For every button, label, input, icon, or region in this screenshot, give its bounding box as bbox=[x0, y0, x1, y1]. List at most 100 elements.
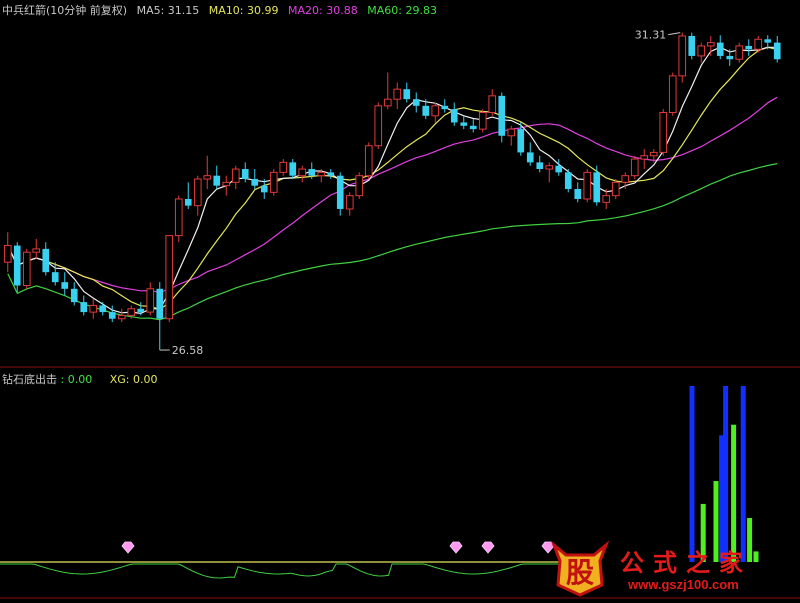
candle-up bbox=[706, 42, 715, 47]
signal-bar bbox=[723, 386, 729, 562]
candle-up bbox=[89, 304, 98, 313]
candle-down bbox=[412, 99, 420, 106]
candle-down bbox=[403, 89, 411, 100]
candle-up bbox=[583, 171, 592, 200]
candle-down bbox=[469, 125, 477, 130]
candle-up bbox=[649, 151, 658, 157]
indicator-header: 钻石底出击 : 0.00 XG: 0.00 bbox=[2, 371, 163, 387]
candle-up bbox=[545, 165, 554, 170]
candle-up bbox=[269, 171, 278, 193]
candle-up bbox=[117, 314, 126, 320]
candle-down bbox=[184, 198, 192, 206]
candle-up bbox=[640, 155, 649, 160]
candle-up bbox=[364, 145, 373, 177]
candle-down bbox=[241, 169, 249, 180]
candle-down bbox=[336, 175, 344, 209]
low-label: 26.58 bbox=[172, 344, 204, 357]
candle-down bbox=[213, 175, 221, 186]
candle-up bbox=[231, 168, 240, 183]
candle-up bbox=[222, 181, 231, 187]
candle-down bbox=[289, 162, 297, 176]
candle-up bbox=[374, 105, 383, 147]
ma60-label: MA60: 29.83 bbox=[367, 4, 437, 17]
candle-up bbox=[393, 88, 402, 100]
signal-bar bbox=[689, 386, 695, 562]
candle-up bbox=[279, 161, 288, 173]
candle-down bbox=[108, 312, 116, 319]
stock-title: 中兵红箭(10分钟 前复权) bbox=[2, 4, 128, 17]
candle-up bbox=[146, 288, 155, 313]
watermark-title: 公式之家 bbox=[620, 548, 752, 577]
xg-value: XG: 0.00 bbox=[109, 373, 158, 386]
candle-up bbox=[754, 38, 763, 50]
candle-down bbox=[51, 272, 59, 283]
candle-up bbox=[22, 251, 31, 286]
candle-up bbox=[165, 235, 174, 320]
diamond-icon bbox=[121, 541, 135, 554]
candle-down bbox=[251, 179, 259, 186]
ma20-label: MA20: 30.88 bbox=[288, 4, 358, 17]
signal-bar bbox=[740, 386, 746, 562]
candle-down bbox=[137, 308, 145, 313]
candle-down bbox=[80, 302, 88, 313]
candle-down bbox=[70, 288, 78, 303]
candle-up bbox=[668, 75, 677, 113]
chart-window: 31.31 26.58 中兵红箭(10分钟 前复权) MA5: 31.15 MA1… bbox=[0, 0, 800, 603]
indicator-name: 钻石底出击 bbox=[2, 373, 57, 386]
indicator-value: : 0.00 bbox=[60, 373, 93, 386]
candle-down bbox=[42, 248, 50, 273]
candle-up bbox=[32, 248, 41, 253]
candle-up bbox=[431, 105, 440, 117]
candle-up bbox=[174, 198, 183, 237]
high-pointer bbox=[668, 32, 681, 36]
candle-up bbox=[127, 308, 136, 316]
candle-up bbox=[621, 175, 630, 183]
candle-down bbox=[61, 282, 69, 289]
watermark-url: www.gszj100.com bbox=[628, 577, 739, 592]
candle-up bbox=[659, 111, 668, 153]
candle-up bbox=[298, 168, 307, 177]
candle-down bbox=[716, 42, 724, 56]
candle-up bbox=[383, 98, 392, 107]
candle-down bbox=[564, 172, 572, 189]
ma5-line bbox=[7, 46, 778, 315]
candle-down bbox=[422, 105, 430, 116]
candle-up bbox=[3, 245, 12, 263]
candle-down bbox=[517, 129, 525, 153]
candle-up bbox=[488, 95, 497, 113]
candle-up bbox=[735, 45, 744, 60]
candle-down bbox=[498, 95, 506, 136]
candle-down bbox=[308, 169, 316, 176]
candle-down bbox=[593, 172, 601, 203]
candle-up bbox=[678, 35, 687, 77]
watermark: 股 公式之家 www.gszj100.com bbox=[542, 541, 792, 599]
ma10-line bbox=[7, 46, 778, 311]
candle-up bbox=[193, 178, 202, 207]
oscillator-line bbox=[0, 563, 560, 579]
candle-down bbox=[156, 288, 164, 319]
logo-char: 股 bbox=[566, 556, 594, 589]
candlestick-chart: 31.31 26.58 bbox=[0, 29, 800, 599]
candle-down bbox=[536, 162, 544, 170]
candle-down bbox=[441, 105, 449, 110]
ma10-label: MA10: 30.99 bbox=[208, 4, 279, 17]
candle-down bbox=[260, 185, 268, 193]
candle-up bbox=[697, 45, 706, 57]
candle-up bbox=[507, 128, 516, 137]
candle-down bbox=[327, 172, 335, 176]
candle-up bbox=[317, 171, 326, 177]
candle-up bbox=[602, 195, 611, 203]
candle-up bbox=[345, 195, 354, 210]
candle-down bbox=[460, 122, 468, 126]
candle-down bbox=[99, 305, 107, 313]
price-header: 中兵红箭(10分钟 前复权) MA5: 31.15 MA10: 30.99 MA… bbox=[2, 2, 443, 18]
candle-up bbox=[355, 175, 364, 197]
gu-logo-icon: 股 bbox=[550, 541, 610, 597]
candle-up bbox=[611, 181, 620, 197]
high-label: 31.31 bbox=[635, 29, 667, 42]
candle-down bbox=[726, 55, 734, 60]
ma5-label: MA5: 31.15 bbox=[136, 4, 200, 17]
diamond-icon bbox=[449, 541, 463, 554]
candle-up bbox=[630, 158, 639, 177]
candle-down bbox=[450, 109, 458, 123]
